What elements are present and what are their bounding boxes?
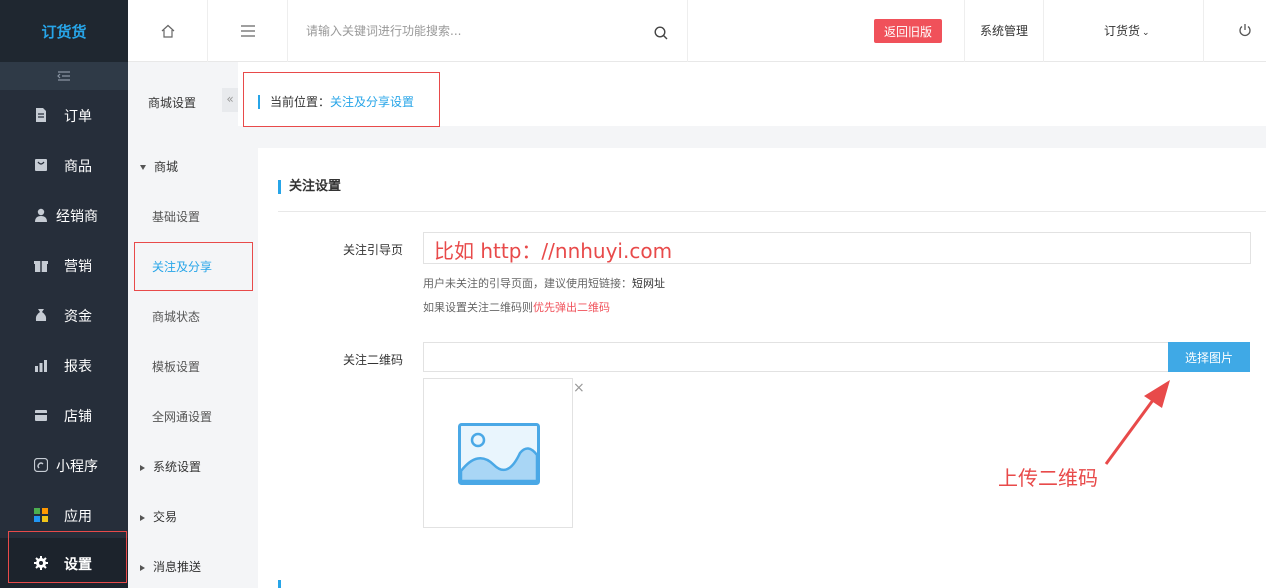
nav-item-orders[interactable]: 订单 bbox=[0, 90, 128, 140]
nav-label: 店铺 bbox=[64, 409, 92, 425]
image-icon bbox=[458, 423, 540, 485]
nav-label: 报表 bbox=[64, 359, 92, 375]
qr-input[interactable] bbox=[423, 342, 1169, 372]
hint-text: 用户未关注的引导页面，建议使用短链接： bbox=[423, 277, 632, 290]
hint-strong: 短网址 bbox=[632, 277, 665, 290]
caret-right-icon bbox=[140, 464, 145, 471]
nav-label: 营销 bbox=[64, 259, 92, 275]
hamburger-icon bbox=[240, 25, 255, 37]
upload-qr-annotation: 上传二维码 bbox=[998, 466, 1098, 490]
nav-label: 商品 bbox=[64, 159, 92, 175]
top-header: 返回旧版 系统管理 订货货⌄ bbox=[128, 0, 1266, 62]
home-icon bbox=[161, 24, 174, 38]
annotation-arrow-icon bbox=[1104, 380, 1170, 465]
user-icon bbox=[35, 208, 47, 222]
remove-image-button[interactable]: × bbox=[573, 380, 585, 396]
subnav-item-basic[interactable]: 基础设置 bbox=[152, 208, 200, 225]
subnav-group-label: 商城 bbox=[154, 160, 179, 174]
search-icon[interactable] bbox=[654, 26, 668, 40]
nav-item-reports[interactable]: 报表 bbox=[0, 340, 128, 390]
account-name: 订货货 bbox=[1104, 24, 1141, 38]
power-icon[interactable] bbox=[1238, 23, 1252, 37]
return-old-version-button[interactable]: 返回旧版 bbox=[874, 19, 942, 43]
choose-image-button[interactable]: 选择图片 bbox=[1168, 342, 1250, 372]
subnav-title: 商城设置 bbox=[148, 96, 197, 110]
app-logo[interactable]: 订货货 bbox=[0, 0, 128, 62]
image-placeholder[interactable] bbox=[423, 378, 573, 528]
qr-hint: 如果设置关注二维码则优先弹出二维码 bbox=[423, 299, 610, 315]
store-icon bbox=[35, 410, 47, 421]
nav-item-store[interactable]: 店铺 bbox=[0, 390, 128, 440]
qr-label: 关注二维码 bbox=[343, 353, 404, 367]
nav-label: 经销商 bbox=[56, 209, 98, 225]
subnav-item-mall-status[interactable]: 商城状态 bbox=[152, 308, 200, 325]
guide-page-example: 比如 http：//nnhuyi.com bbox=[434, 239, 673, 263]
document-icon bbox=[36, 108, 46, 122]
chevron-down-icon: ⌄ bbox=[1142, 28, 1150, 38]
nav-label: 小程序 bbox=[56, 459, 98, 475]
subnav-item-template[interactable]: 模板设置 bbox=[152, 358, 200, 375]
subnav-group-push[interactable]: 消息推送 bbox=[140, 558, 201, 575]
main-sidebar: 订货货 订单 商品 经销商 营销 资金 报表 店铺 小程序 应用 设置 bbox=[0, 0, 128, 588]
annotation-box-subnav bbox=[134, 242, 253, 291]
nav-item-products[interactable]: 商品 bbox=[0, 140, 128, 190]
apps-icon bbox=[34, 508, 48, 522]
hint-text: 如果设置关注二维码则 bbox=[423, 301, 533, 314]
search-input[interactable] bbox=[306, 24, 656, 38]
subnav-group-trade[interactable]: 交易 bbox=[140, 508, 177, 525]
collapse-icon bbox=[57, 71, 70, 81]
money-bag-icon bbox=[35, 309, 47, 321]
guide-page-label: 关注引导页 bbox=[343, 243, 404, 257]
nav-label: 订单 bbox=[64, 109, 92, 125]
nav-label: 应用 bbox=[64, 509, 92, 525]
subnav-group-system[interactable]: 系统设置 bbox=[140, 458, 201, 475]
fold-subnav-button[interactable]: « bbox=[222, 88, 238, 112]
mini-program-icon bbox=[34, 458, 48, 472]
nav-item-mini-program[interactable]: 小程序 bbox=[0, 440, 128, 490]
section-divider bbox=[278, 211, 1266, 212]
nav-item-funds[interactable]: 资金 bbox=[0, 290, 128, 340]
bag-icon bbox=[35, 159, 47, 171]
subnav-group-label: 消息推送 bbox=[153, 560, 202, 574]
menu-button[interactable] bbox=[208, 0, 288, 62]
next-section-marker bbox=[278, 580, 338, 588]
section-title: 关注设置 bbox=[278, 180, 341, 194]
gift-icon bbox=[34, 261, 48, 272]
caret-right-icon bbox=[140, 564, 145, 571]
subnav-group-label: 系统设置 bbox=[153, 460, 202, 474]
system-manage-link[interactable]: 系统管理 bbox=[980, 22, 1028, 39]
account-menu[interactable]: 订货货 ⌄ bbox=[1104, 22, 1150, 39]
guide-hint: 用户未关注的引导页面，建议使用短链接：短网址 bbox=[423, 275, 665, 291]
nav-item-marketing[interactable]: 营销 bbox=[0, 240, 128, 290]
bar-chart-icon bbox=[35, 360, 47, 372]
annotation-box-breadcrumb bbox=[243, 72, 440, 127]
annotation-box-settings bbox=[8, 531, 127, 583]
subnav-item-omni[interactable]: 全网通设置 bbox=[152, 408, 212, 425]
home-button[interactable] bbox=[128, 0, 208, 62]
guide-page-input[interactable]: 比如 http：//nnhuyi.com bbox=[423, 232, 1251, 264]
subnav-group-mall[interactable]: 商城 bbox=[140, 158, 178, 175]
settings-subnav: 商城设置 商城 基础设置 关注及分享 商城状态 模板设置 全网通设置 系统设置 … bbox=[128, 62, 238, 588]
caret-right-icon bbox=[140, 514, 145, 521]
caret-down-icon bbox=[140, 165, 146, 170]
nav-item-distributors[interactable]: 经销商 bbox=[0, 190, 128, 240]
subnav-group-label: 交易 bbox=[153, 510, 178, 524]
double-chevron-left-icon: « bbox=[226, 92, 234, 106]
nav-label: 资金 bbox=[64, 309, 92, 325]
hint-red: 优先弹出二维码 bbox=[533, 301, 610, 314]
collapse-sidebar-button[interactable] bbox=[0, 62, 128, 90]
